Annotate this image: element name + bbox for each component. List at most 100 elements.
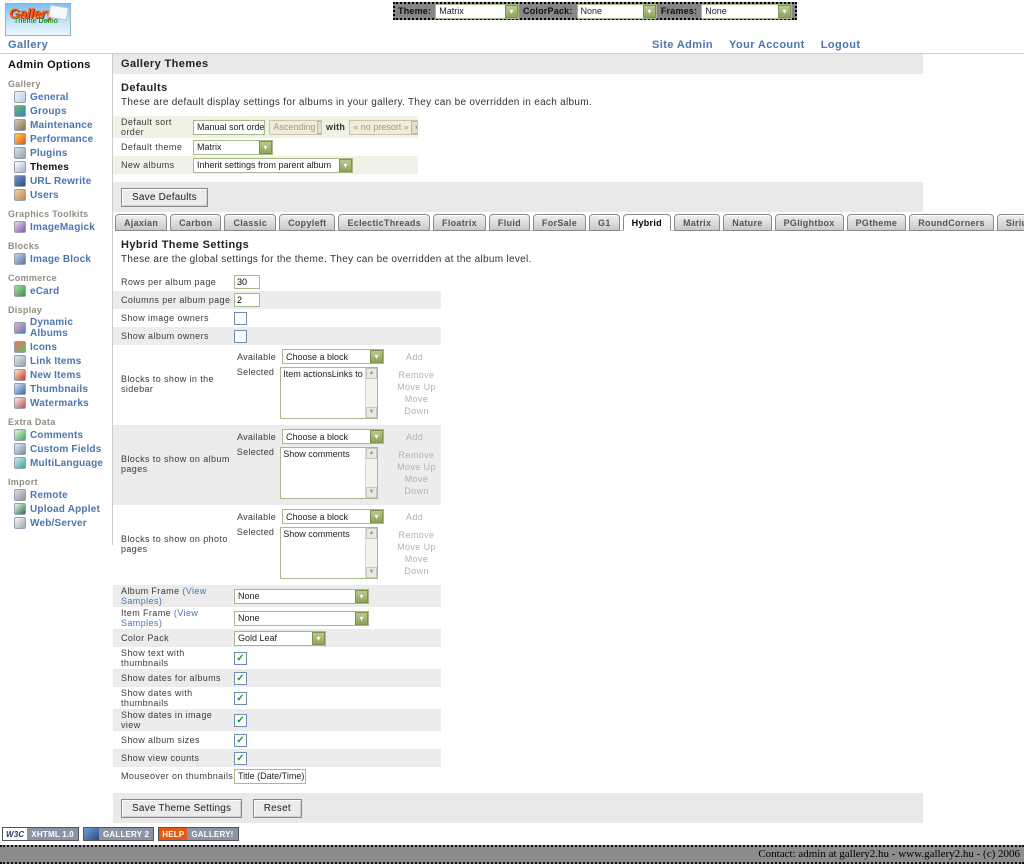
remove-link[interactable]: Remove: [399, 530, 435, 540]
sidebar-item-watermarks[interactable]: Watermarks: [14, 397, 112, 409]
move-down-link[interactable]: Move Down: [404, 554, 429, 576]
sidebar-item-performance[interactable]: Performance: [14, 133, 112, 145]
default-sort-order-select[interactable]: Manual sort order ▾: [193, 120, 265, 135]
w3c-xhtml-badge[interactable]: W3C XHTML 1.0: [2, 827, 79, 841]
tab-carbon[interactable]: Carbon: [170, 214, 221, 231]
help-gallery-badge[interactable]: HELP GALLERY!: [158, 827, 238, 841]
move-down-link[interactable]: Move Down: [404, 394, 429, 416]
scroll-up-icon[interactable]: ▲: [366, 528, 377, 539]
logout-link[interactable]: Logout: [821, 39, 861, 51]
sidebar-item-image-block[interactable]: Image Block: [14, 253, 112, 265]
tab-forsale[interactable]: ForSale: [533, 214, 586, 231]
default-theme-select[interactable]: Matrix ▾: [193, 140, 273, 155]
move-up-link[interactable]: Move Up: [397, 462, 436, 472]
listbox-option[interactable]: Links to album/photo peers: [332, 369, 365, 379]
save-defaults-button[interactable]: Save Defaults: [121, 188, 208, 207]
move-down-link[interactable]: Move Down: [404, 474, 429, 496]
scroll-down-icon[interactable]: ▼: [366, 407, 377, 418]
move-up-link[interactable]: Move Up: [397, 382, 436, 392]
gallery2-badge[interactable]: GALLERY 2: [83, 827, 154, 841]
show-album-sizes-checkbox[interactable]: ✓: [234, 734, 247, 747]
scroll-up-icon[interactable]: ▲: [366, 448, 377, 459]
tab-classic[interactable]: Classic: [224, 214, 276, 231]
reset-button[interactable]: Reset: [253, 799, 302, 818]
sidebar-item-upload-applet[interactable]: Upload Applet: [14, 503, 112, 515]
sidebar-item-custom-fields[interactable]: Custom Fields: [14, 443, 112, 455]
sidebar-item-new-items[interactable]: New Items: [14, 369, 112, 381]
listbox-option[interactable]: Item actions: [283, 369, 332, 379]
sidebar-item-users[interactable]: Users: [14, 189, 112, 201]
tab-nature[interactable]: Nature: [723, 214, 771, 231]
sidebar-item-imagemagick[interactable]: ImageMagick: [14, 221, 112, 233]
show-image-owners-checkbox[interactable]: [234, 312, 247, 325]
sidebar-item-multilanguage[interactable]: MultiLanguage: [14, 457, 112, 469]
sidebar-item-ecard[interactable]: eCard: [14, 285, 112, 297]
cols-per-page-input[interactable]: [234, 293, 260, 307]
blocks-sidebar-listbox[interactable]: Item actionsLinks to album/photo peersIm…: [280, 367, 378, 419]
sidebar-item-icons[interactable]: Icons: [14, 341, 112, 353]
show-dates-albums-checkbox[interactable]: ✓: [234, 672, 247, 685]
tab-floatrix[interactable]: Floatrix: [433, 214, 486, 231]
blocks-sidebar-available-select[interactable]: Choose a block ▾: [282, 349, 384, 364]
tab-pglightbox[interactable]: PGlightbox: [775, 214, 844, 231]
blocks-album-available-select[interactable]: Choose a block ▾: [282, 429, 384, 444]
sidebar-item-comments[interactable]: Comments: [14, 429, 112, 441]
listbox-scrollbar[interactable]: ▲ ▼: [365, 528, 377, 578]
scroll-down-icon[interactable]: ▼: [366, 567, 377, 578]
theme-select[interactable]: Matrix ▾: [435, 4, 519, 19]
tab-pgtheme[interactable]: PGtheme: [847, 214, 907, 231]
new-albums-select[interactable]: Inherit settings from parent album ▾: [193, 158, 353, 173]
site-admin-link[interactable]: Site Admin: [652, 39, 713, 51]
tab-ajaxian[interactable]: Ajaxian: [115, 214, 167, 231]
album-frame-select[interactable]: None ▾: [234, 589, 369, 604]
blocks-photo-add-link[interactable]: Add: [406, 512, 423, 522]
breadcrumb[interactable]: Gallery: [8, 39, 48, 51]
tab-eclecticthreads[interactable]: EclecticThreads: [338, 214, 430, 231]
scroll-up-icon[interactable]: ▲: [366, 368, 377, 379]
remove-link[interactable]: Remove: [399, 370, 435, 380]
blocks-photo-listbox[interactable]: Show comments ▲ ▼: [280, 527, 378, 579]
colorpack-select[interactable]: None ▾: [577, 4, 657, 19]
blocks-photo-available-select[interactable]: Choose a block ▾: [282, 509, 384, 524]
sidebar-item-general[interactable]: General: [14, 91, 112, 103]
sidebar-item-maintenance[interactable]: Maintenance: [14, 119, 112, 131]
rows-per-page-input[interactable]: [234, 275, 260, 289]
mouseover-select[interactable]: Title (Date/Time) ▾: [234, 769, 306, 784]
color-pack-select[interactable]: Gold Leaf ▾: [234, 631, 326, 646]
blocks-sidebar-add-link[interactable]: Add: [406, 352, 423, 362]
listbox-scrollbar[interactable]: ▲ ▼: [365, 448, 377, 498]
tab-g1[interactable]: G1: [589, 214, 620, 231]
show-text-thumbs-checkbox[interactable]: ✓: [234, 652, 247, 665]
sidebar-item-themes[interactable]: Themes: [14, 161, 112, 173]
show-album-owners-checkbox[interactable]: [234, 330, 247, 343]
sidebar-item-plugins[interactable]: Plugins: [14, 147, 112, 159]
sidebar-item-link-items[interactable]: Link Items: [14, 355, 112, 367]
show-dates-image-checkbox[interactable]: ✓: [234, 714, 247, 727]
tab-hybrid[interactable]: Hybrid: [623, 214, 671, 231]
tab-matrix[interactable]: Matrix: [674, 214, 720, 231]
item-frame-select[interactable]: None ▾: [234, 611, 369, 626]
sidebar-item-groups[interactable]: Groups: [14, 105, 112, 117]
sidebar-item-remote[interactable]: Remote: [14, 489, 112, 501]
blocks-album-listbox[interactable]: Show comments ▲ ▼: [280, 447, 378, 499]
blocks-album-add-link[interactable]: Add: [406, 432, 423, 442]
sidebar-item-web-server[interactable]: Web/Server: [14, 517, 112, 529]
save-theme-settings-button[interactable]: Save Theme Settings: [121, 799, 242, 818]
scroll-down-icon[interactable]: ▼: [366, 487, 377, 498]
sidebar-item-dynamic-albums[interactable]: Dynamic Albums: [14, 317, 112, 339]
show-dates-thumbs-checkbox[interactable]: ✓: [234, 692, 247, 705]
tab-fluid[interactable]: Fluid: [489, 214, 530, 231]
tab-copyleft[interactable]: Copyleft: [279, 214, 335, 231]
sidebar-item-url-rewrite[interactable]: URL Rewrite: [14, 175, 112, 187]
move-up-link[interactable]: Move Up: [397, 542, 436, 552]
your-account-link[interactable]: Your Account: [729, 39, 805, 51]
tab-roundcorners[interactable]: RoundCorners: [909, 214, 994, 231]
frames-select[interactable]: None ▾: [701, 4, 792, 19]
tab-siriux[interactable]: Siriux: [997, 214, 1024, 231]
sidebar-item-thumbnails[interactable]: Thumbnails: [14, 383, 112, 395]
show-view-counts-checkbox[interactable]: ✓: [234, 752, 247, 765]
remove-link[interactable]: Remove: [399, 450, 435, 460]
listbox-scrollbar[interactable]: ▲ ▼: [365, 368, 377, 418]
listbox-option[interactable]: Show comments: [283, 449, 350, 459]
listbox-option[interactable]: Show comments: [283, 529, 350, 539]
